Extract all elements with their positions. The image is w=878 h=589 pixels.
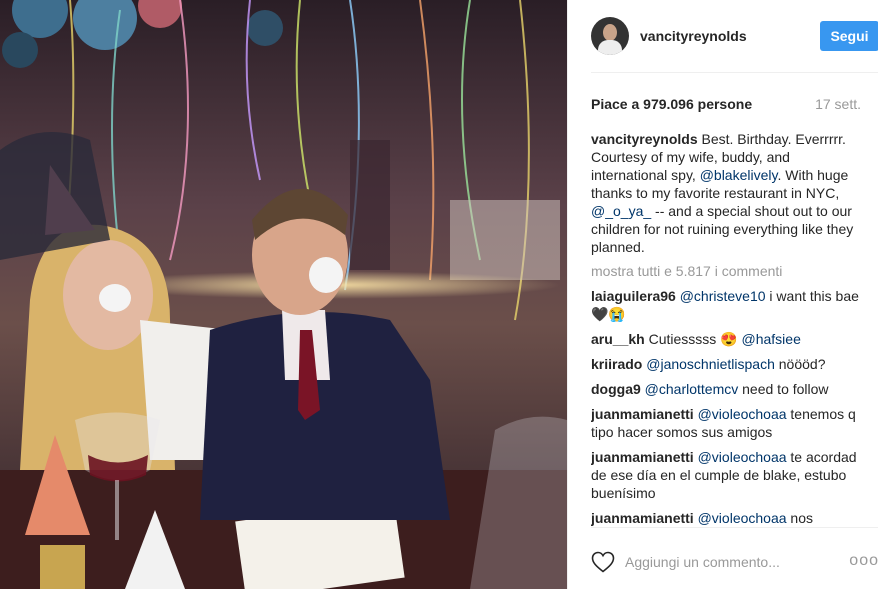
caption-username[interactable]: vancityreynolds xyxy=(591,131,698,147)
comment-mention[interactable]: @violeochoaa xyxy=(698,510,787,526)
instagram-post: vancityreynolds Segui Piace a 979.096 pe… xyxy=(0,0,878,589)
more-options-icon[interactable]: ooo xyxy=(849,552,878,570)
comment-item: aru__kh Cutiesssss 😍 @hafsiee xyxy=(591,330,867,348)
comment-mention[interactable]: @christeve10 xyxy=(680,288,766,304)
photo-image xyxy=(0,0,567,589)
comment-item: dogga9 @charlottemcv need to follow xyxy=(591,380,867,398)
comment-username[interactable]: laiaguilera96 xyxy=(591,288,676,304)
avatar[interactable] xyxy=(591,17,629,55)
likes-count[interactable]: Piace a 979.096 persone xyxy=(591,96,752,112)
follow-button[interactable]: Segui xyxy=(820,21,878,51)
comment-item: juanmamianetti @violeochoaa nos xyxy=(591,509,867,527)
comment-username[interactable]: kriirado xyxy=(591,356,642,372)
comment-mention[interactable]: @violeochoaa xyxy=(698,406,787,422)
view-all-comments-link[interactable]: mostra tutti e 5.817 i commenti xyxy=(591,262,867,280)
header-username[interactable]: vancityreynolds xyxy=(640,28,747,44)
comment-text: need to follow xyxy=(738,381,829,397)
comment-text: nos xyxy=(786,510,813,526)
post-photo[interactable] xyxy=(0,0,567,589)
comment-username[interactable]: aru__kh xyxy=(591,331,645,347)
heart-icon[interactable] xyxy=(591,551,615,573)
likes-row: Piace a 979.096 persone 17 sett. xyxy=(591,94,861,114)
comment-username[interactable]: juanmamianetti xyxy=(591,510,694,526)
comment-text: nöööd? xyxy=(774,356,826,372)
post-side-panel: vancityreynolds Segui Piace a 979.096 pe… xyxy=(567,0,878,589)
post-time[interactable]: 17 sett. xyxy=(815,96,861,112)
footer-divider xyxy=(591,527,878,528)
avatar-face xyxy=(603,24,617,41)
comment-item: juanmamianetti @violeochoaa te acordad d… xyxy=(591,448,867,502)
comment-input[interactable] xyxy=(625,554,835,570)
comment-mention[interactable]: @charlottemcv xyxy=(645,381,739,397)
caption-mention-1[interactable]: @blakelively xyxy=(700,167,778,183)
post-footer: ooo xyxy=(591,540,878,584)
comment-username[interactable]: juanmamianetti xyxy=(591,449,694,465)
comment-mention[interactable]: @janoschnietlispach xyxy=(646,356,775,372)
comment-text: Cutiesssss 😍 xyxy=(644,331,742,347)
comment-mention[interactable]: @violeochoaa xyxy=(698,449,787,465)
caption-mention-2[interactable]: @_o_ya_ xyxy=(591,203,651,219)
post-header: vancityreynolds Segui xyxy=(568,0,878,72)
comment-username[interactable]: dogga9 xyxy=(591,381,641,397)
comment-item: kriirado @janoschnietlispach nöööd? xyxy=(591,355,867,373)
avatar-body xyxy=(598,40,622,55)
comment-mention[interactable]: @hafsiee xyxy=(742,331,801,347)
comment-item: laiaguilera96 @christeve10 i want this b… xyxy=(591,287,867,323)
comment-item: juanmamianetti @violeochoaa tenemos q ti… xyxy=(591,405,867,441)
comments-list[interactable]: vancityreynolds Best. Birthday. Everrrrr… xyxy=(591,130,867,527)
caption: vancityreynolds Best. Birthday. Everrrrr… xyxy=(591,130,867,256)
comment-username[interactable]: juanmamianetti xyxy=(591,406,694,422)
header-divider xyxy=(591,72,878,73)
